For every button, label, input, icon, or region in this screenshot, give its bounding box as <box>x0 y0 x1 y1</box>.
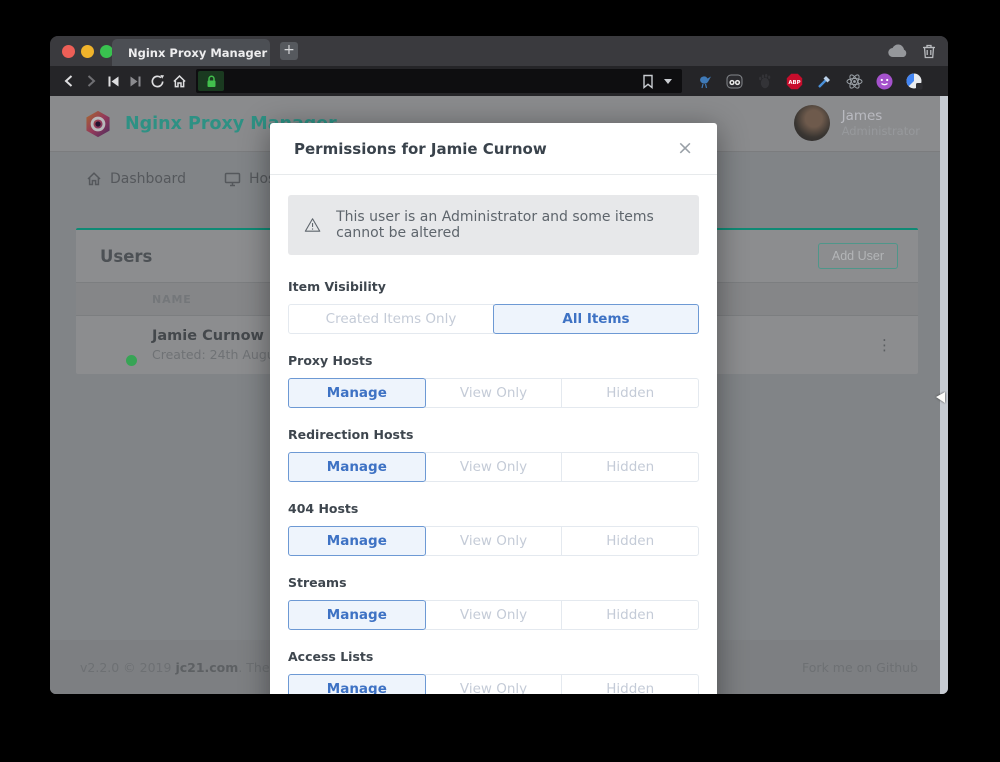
hosts-monitor-icon <box>224 171 241 187</box>
option-view-only[interactable]: View Only <box>425 452 563 482</box>
column-header-name: NAME <box>152 293 192 306</box>
skip-to-start-icon[interactable] <box>102 66 124 96</box>
home-icon[interactable] <box>168 66 190 96</box>
item-visibility-group: Created Items Only All Items <box>288 304 699 334</box>
option-view-only[interactable]: View Only <box>425 674 563 694</box>
option-hidden[interactable]: Hidden <box>561 452 699 482</box>
trash-icon[interactable] <box>922 43 936 59</box>
goggles-extension-icon[interactable] <box>726 73 743 90</box>
browser-tab[interactable]: Nginx Proxy Manager <box>112 39 270 66</box>
option-manage[interactable]: Manage <box>288 378 426 408</box>
row-user-avatar <box>96 325 136 365</box>
purple-face-extension-icon[interactable] <box>876 73 893 90</box>
option-view-only[interactable]: View Only <box>425 378 563 408</box>
option-view-only[interactable]: View Only <box>425 600 563 630</box>
header-user-name: James <box>842 108 920 125</box>
section-label-404-hosts: 404 Hosts <box>288 501 699 516</box>
row-actions-menu-icon[interactable]: ⋮ <box>877 336 892 354</box>
footer-github-link[interactable]: Fork me on Github <box>802 660 918 675</box>
browser-titlebar: Nginx Proxy Manager + <box>50 36 948 66</box>
section-label-item-visibility: Item Visibility <box>288 279 699 294</box>
option-manage[interactable]: Manage <box>288 452 426 482</box>
reload-icon[interactable] <box>146 66 168 96</box>
warning-triangle-icon <box>304 215 321 235</box>
browser-toolbar: ABP <box>50 66 948 96</box>
page-viewport: Nginx Proxy Manager James Administrator … <box>50 96 948 694</box>
minimize-window-button[interactable] <box>81 45 94 58</box>
section-label-redirection-hosts: Redirection Hosts <box>288 427 699 442</box>
admin-warning-text: This user is an Administrator and some i… <box>336 209 683 241</box>
option-hidden[interactable]: Hidden <box>561 600 699 630</box>
bookmark-icon[interactable] <box>642 74 654 89</box>
option-manage[interactable]: Manage <box>288 526 426 556</box>
header-user-menu[interactable]: James Administrator <box>794 105 920 141</box>
nav-item-label: Dashboard <box>110 171 186 187</box>
new-tab-button[interactable]: + <box>280 42 298 60</box>
app-logo-icon <box>84 110 112 138</box>
tab-title: Nginx Proxy Manager <box>128 46 267 60</box>
users-card-title: Users <box>100 247 152 266</box>
header-user-role: Administrator <box>842 124 920 138</box>
back-button-icon[interactable] <box>58 66 80 96</box>
proxy-hosts-group: Manage View Only Hidden <box>288 378 699 408</box>
online-status-dot <box>126 355 137 366</box>
secure-lock-icon[interactable] <box>198 71 224 91</box>
blue-bird-extension-icon[interactable] <box>696 73 713 90</box>
option-all-items[interactable]: All Items <box>493 304 699 334</box>
skip-to-end-icon[interactable] <box>124 66 146 96</box>
access-lists-group: Manage View Only Hidden <box>288 674 699 694</box>
svg-text:ABP: ABP <box>788 80 800 86</box>
add-user-button[interactable]: Add User <box>818 243 898 269</box>
forward-button-icon[interactable] <box>80 66 102 96</box>
extension-icons-row: ABP <box>696 73 923 90</box>
bookmark-dropdown-caret-icon[interactable] <box>664 79 672 84</box>
section-label-access-lists: Access Lists <box>288 649 699 664</box>
modal-title: Permissions for Jamie Curnow <box>294 140 547 158</box>
dashboard-home-icon <box>86 171 102 187</box>
header-user-avatar <box>794 105 830 141</box>
url-bar[interactable] <box>196 69 682 93</box>
nav-item-dashboard[interactable]: Dashboard <box>86 171 186 187</box>
admin-warning-alert: This user is an Administrator and some i… <box>288 195 699 255</box>
permissions-modal: Permissions for Jamie Curnow × This user… <box>270 123 717 694</box>
cloud-icon[interactable] <box>888 44 908 58</box>
option-view-only[interactable]: View Only <box>425 526 563 556</box>
section-label-streams: Streams <box>288 575 699 590</box>
footer-jc21-link[interactable]: jc21.com <box>175 660 238 675</box>
404-hosts-group: Manage View Only Hidden <box>288 526 699 556</box>
browser-window: Nginx Proxy Manager + <box>50 36 948 694</box>
option-manage[interactable]: Manage <box>288 600 426 630</box>
option-hidden[interactable]: Hidden <box>561 378 699 408</box>
option-created-items-only[interactable]: Created Items Only <box>288 304 494 334</box>
section-label-proxy-hosts: Proxy Hosts <box>288 353 699 368</box>
option-hidden[interactable]: Hidden <box>561 526 699 556</box>
mouse-cursor <box>936 392 945 403</box>
streams-group: Manage View Only Hidden <box>288 600 699 630</box>
close-window-button[interactable] <box>62 45 75 58</box>
modal-close-icon[interactable]: × <box>677 139 693 158</box>
gnome-foot-extension-icon[interactable] <box>756 73 773 90</box>
redirection-hosts-group: Manage View Only Hidden <box>288 452 699 482</box>
option-hidden[interactable]: Hidden <box>561 674 699 694</box>
abp-extension-icon[interactable]: ABP <box>786 73 803 90</box>
pie-blocker-extension-icon[interactable] <box>906 73 923 90</box>
react-devtools-extension-icon[interactable] <box>846 73 863 90</box>
color-picker-extension-icon[interactable] <box>816 73 833 90</box>
option-manage[interactable]: Manage <box>288 674 426 694</box>
